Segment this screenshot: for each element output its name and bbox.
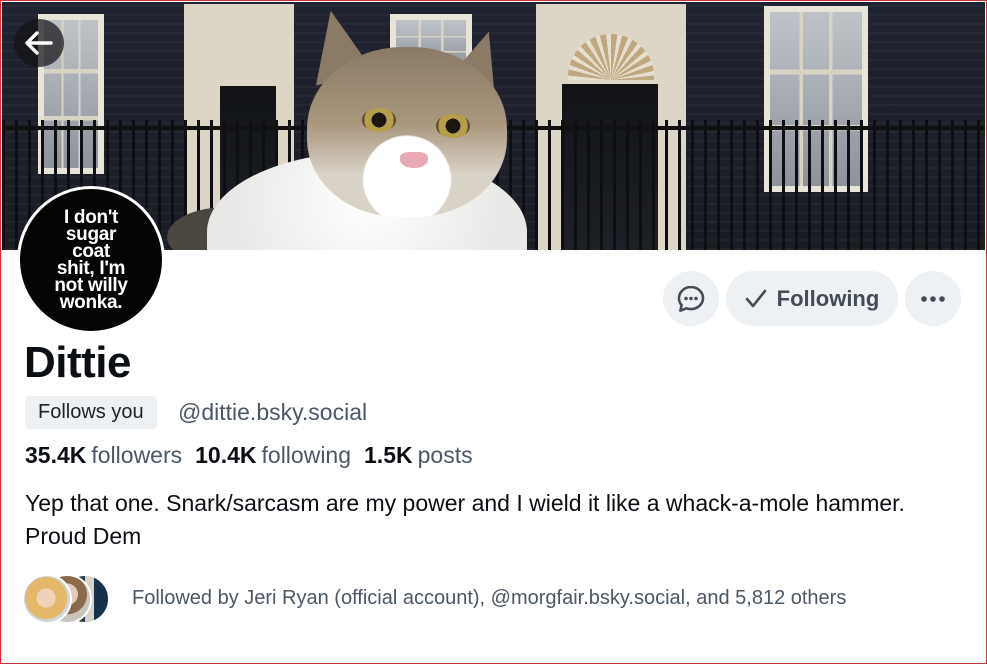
cat-eye-left [362, 108, 396, 132]
avatar-text: I don't sugar coat shit, I'm not willy w… [54, 207, 128, 313]
posts-count: 1.5K [364, 442, 413, 468]
profile-stats: 35.4K followers 10.4K following 1.5K posts [25, 442, 473, 469]
display-name: Dittie [24, 338, 132, 387]
cat-head [307, 47, 507, 217]
chat-bubble-icon [677, 285, 705, 312]
known-followers-avatars[interactable] [22, 574, 112, 626]
following-button-label: Following [776, 285, 880, 311]
message-button[interactable] [663, 271, 719, 326]
checkmark-icon [745, 289, 766, 307]
back-button[interactable] [14, 19, 64, 67]
profile-handle: @dittie.bsky.social [178, 399, 368, 425]
followers-count: 35.4K [25, 442, 87, 468]
profile-banner[interactable] [2, 2, 985, 250]
following-count: 10.4K [195, 442, 257, 468]
following-label: following [261, 442, 352, 468]
ellipsis-icon [921, 295, 945, 302]
posts-label: posts [417, 442, 473, 468]
arrow-left-icon [25, 31, 53, 55]
profile-avatar[interactable]: I don't sugar coat shit, I'm not willy w… [17, 186, 165, 334]
known-followers-text[interactable]: Followed by Jeri Ryan (official account)… [132, 587, 846, 610]
follows-you-badge: Follows you [25, 396, 157, 429]
following-button[interactable]: Following [726, 271, 898, 326]
followers-label: followers [91, 442, 183, 468]
posts-stat: 1.5K posts [364, 442, 473, 469]
cat-nose [400, 152, 428, 168]
cat-eye-right [436, 114, 470, 138]
profile-bio: Yep that one. Snark/sarcasm are my power… [25, 490, 905, 549]
following-stat[interactable]: 10.4K following [195, 442, 351, 469]
followers-stat[interactable]: 35.4K followers [25, 442, 182, 469]
more-options-button[interactable] [905, 271, 961, 326]
known-follower-avatar-1 [22, 574, 72, 624]
